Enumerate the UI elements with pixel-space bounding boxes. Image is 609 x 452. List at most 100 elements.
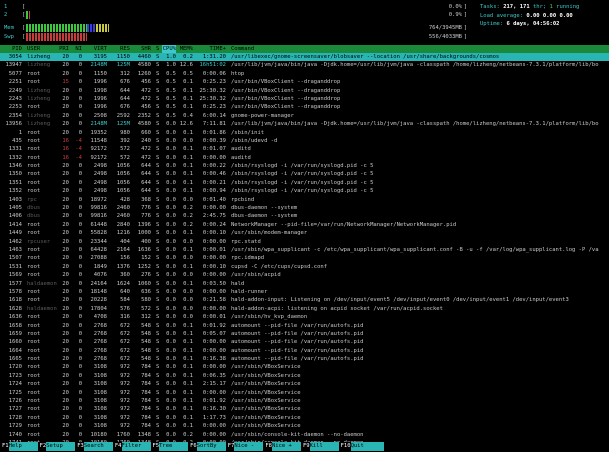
- cell-res: 572: [120, 146, 130, 153]
- fkey-f5[interactable]: F5: [151, 442, 160, 451]
- fkey-label[interactable]: Search: [83, 442, 113, 451]
- table-row[interactable]: 1628 haldaemon 20 0 17804 576 572 S 0.0 0.0 0:00.0…: [0, 305, 609, 313]
- table-row[interactable]: 1740 root 20 0 10180 1760 1348 S 0.0 0.2 0:00.00/u…: [0, 431, 609, 439]
- table-row[interactable]: 1664 root 20 0 2768 672 548 S 0.0 0.1 0:00.00 autom…: [0, 347, 609, 355]
- cell-user: lizheng: [27, 112, 51, 119]
- table-row[interactable]: 1403 rpc 20 0 18972 428 368 S 0.0 0.0 0:01.40 rpcbi…: [0, 196, 609, 204]
- table-row[interactable]: 1665 root 20 0 2768 672 548 S 0.0 0.1 0:16.38 autom…: [0, 355, 609, 363]
- table-row-selected[interactable]: 3054 lizheng 20 0 3195 1150 4460 S 1.0 0.2 1:31.20…: [0, 53, 609, 62]
- fkey-f4[interactable]: F4: [113, 442, 122, 451]
- cell-cpu: 0.5: [166, 112, 176, 119]
- cell-cmd: /usr/sbin/VBoxService: [231, 381, 301, 388]
- table-row[interactable]: 1332 root 16 -4 92172 572 472 S 0.0 0.1 0:00.00 aud…: [0, 154, 609, 162]
- cell-ni: 0: [78, 179, 82, 186]
- table-row[interactable]: 1 root 20 0 19352 980 660 S 0.0 0.1 0:01.86/sbin/i…: [0, 129, 609, 137]
- table-row[interactable]: 5077 root 20 0 1150 312 1260 S 0.5 0.5 0:00.06 htop: [0, 70, 609, 78]
- table-row[interactable]: 2354 lizheng 20 0 2508 2592 2352 S 0.5 0.4 6:00.14…: [0, 112, 609, 120]
- table-row[interactable]: 13956 lizheng 20 0 2148M 125M 4580 S 0.0 12.6 7:11…: [0, 120, 609, 128]
- table-row[interactable]: 1618 root 20 0 20228 584 580 S 0.0 0.0 0:21.58 hald…: [0, 296, 609, 304]
- fkey-f7[interactable]: F7: [226, 442, 235, 451]
- table-row[interactable]: 1331 root 16 -4 92172 572 472 S 0.0 0.1 0:01.07 aud…: [0, 145, 609, 153]
- cell-shr: 1000: [137, 230, 151, 237]
- cell-mem: 0.1: [183, 356, 193, 363]
- table-row[interactable]: 1463 root 20 0 64428 2164 1636 S 0.0 0.1 0:00.01/u…: [0, 246, 609, 254]
- table-row[interactable]: 1507 root 20 0 27088 156 152 S 0.0 0.0 0:00.00 rpc.…: [0, 254, 609, 262]
- cell-virt: 1996: [93, 79, 107, 86]
- table-row[interactable]: 1569 root 20 0 4076 360 276 S 0.0 0.0 0:00.00/usr/…: [0, 271, 609, 279]
- cell-ni: 0: [78, 381, 82, 388]
- fkey-label[interactable]: Help: [8, 442, 38, 451]
- table-row[interactable]: 1660 root 20 0 2768 672 548 S 0.0 0.1 0:00.00 autom…: [0, 338, 609, 346]
- fkey-label[interactable]: Kill: [309, 442, 339, 451]
- fkey-label[interactable]: Quit: [350, 442, 384, 451]
- table-row[interactable]: 1405 dbus 20 0 99816 2460 776 S 0.0 0.2 0:00.00 dbu…: [0, 204, 609, 212]
- fkey-label[interactable]: Setup: [46, 442, 76, 451]
- cell-res: 125M: [116, 121, 130, 128]
- table-row[interactable]: 1658 root 20 0 2768 672 548 S 0.0 0.1 0:01.92 autom…: [0, 322, 609, 330]
- fkey-f9[interactable]: F9: [301, 442, 310, 451]
- cell-cpu: 0.0: [166, 398, 176, 405]
- cell-mem: 0.0: [183, 305, 193, 312]
- meter-bar: [26, 24, 462, 32]
- table-row[interactable]: 1351 root 20 0 2498 1056 644 S 0.0 0.1 0:00.21/sbi…: [0, 179, 609, 187]
- fkey-f1[interactable]: F1: [0, 442, 9, 451]
- table-row[interactable]: 1350 root 20 0 2498 1056 644 S 0.0 0.1 0:00.46/sbi…: [0, 170, 609, 178]
- cell-time: 0:16.38: [202, 356, 226, 363]
- cell-virt: 17804: [90, 305, 107, 312]
- meter-bracket-close: ]: [463, 25, 467, 31]
- cell-user: root: [27, 272, 41, 279]
- table-row[interactable]: 1577 haldaemon 20 0 24164 1624 1060 S 0.0 0.1 0:03…: [0, 280, 609, 288]
- cell-virt: 2498: [93, 179, 107, 186]
- table-row[interactable]: 1352 root 20 0 2498 1056 644 S 0.0 0.1 0:00.94/sbi…: [0, 187, 609, 195]
- table-row[interactable]: 1414 root 20 0 61448 2840 1396 S 0.0 0.2 0:00.24 Ne…: [0, 221, 609, 229]
- cell-virt: 23344: [90, 238, 107, 245]
- fkey-label[interactable]: Filter: [121, 442, 151, 451]
- cell-mem: 0.1: [183, 398, 193, 405]
- fkey-f3[interactable]: F3: [75, 442, 84, 451]
- table-row[interactable]: 2243 lizheng 20 0 1996 644 472 S 0.5 0.1 25:30.32 /…: [0, 95, 609, 103]
- table-row[interactable]: 1727 root 20 0 3108 972 784 S 0.0 0.1 0:16.30/usr/…: [0, 405, 609, 413]
- table-row[interactable]: 1578 root 20 0 18148 640 636 S 0.0 0.0 0:00.00 hald…: [0, 288, 609, 296]
- cell-s: S: [156, 431, 160, 438]
- meter-value: 556/4033MB: [428, 34, 462, 40]
- cell-res: 672: [120, 339, 130, 346]
- table-row[interactable]: 1729 root 20 0 3108 972 784 S 0.0 0.1 0:00.00/usr/…: [0, 422, 609, 430]
- cell-pid: 1351: [8, 179, 22, 186]
- fkey-label[interactable]: Tree: [159, 442, 189, 451]
- fkey-label[interactable]: Nice -: [234, 442, 264, 451]
- cell-cpu: 1.0: [166, 54, 176, 60]
- table-row[interactable]: 1462 rpcuser 20 0 23344 404 400 S 0.0 0.0 0:00.00 r…: [0, 238, 609, 246]
- cell-cmd: /usr/bin/VBoxClient --draganddrop: [231, 104, 341, 111]
- fkey-label[interactable]: Nice +: [272, 442, 301, 451]
- table-row[interactable]: 1723 root 20 0 3108 972 784 S 0.0 0.1 0:06.35/usr/…: [0, 372, 609, 380]
- table-row[interactable]: 1725 root 20 0 3108 972 784 S 0.0 0.1 0:00.00/usr/…: [0, 389, 609, 397]
- cell-ni: 0: [78, 121, 82, 128]
- fkey-f6[interactable]: F6: [188, 442, 197, 451]
- table-row[interactable]: 1406 dbus 20 0 99816 2460 776 S 0.0 0.2 2:45.75 dbu…: [0, 212, 609, 220]
- fkey-label[interactable]: SortBy: [196, 442, 226, 451]
- fkey-f10[interactable]: F10: [339, 442, 351, 451]
- process-list[interactable]: 3054 lizheng 20 0 3195 1150 4460 S 1.0 0.2 1:31.20…: [0, 53, 609, 452]
- meter-bracket-close: ]: [463, 12, 467, 18]
- table-row[interactable]: 1531 root 20 0 1849 1376 1252 S 0.0 0.1 0:00.10 cup…: [0, 263, 609, 271]
- table-row[interactable]: 13947 lizheng 20 0 2148M 125M 4580 S 1.0 12.6 16h5…: [0, 61, 609, 69]
- cell-pri: 20: [62, 213, 69, 220]
- table-row[interactable]: 1720 root 20 0 3108 972 784 S 0.0 0.1 0:00.00/usr/…: [0, 363, 609, 371]
- table-row[interactable]: 1659 root 20 0 2768 672 548 S 0.0 0.1 0:05.07 autom…: [0, 330, 609, 338]
- table-row[interactable]: 435 root 16 -4 11548 392 240 S 0.0 0.0 0:00.39/sbi…: [0, 137, 609, 145]
- fkey-f2[interactable]: F2: [38, 442, 47, 451]
- cell-ni: 0: [78, 322, 82, 329]
- cell-res: 1056: [116, 163, 130, 170]
- meter-bar: [26, 11, 462, 19]
- table-row[interactable]: 1636 root 20 0 4708 316 312 S 0.0 0.0 0:00.01/usr/…: [0, 313, 609, 321]
- table-row[interactable]: 1728 root 20 0 3108 972 784 S 0.0 0.1 1:17.73/usr/…: [0, 414, 609, 422]
- cell-res: 676: [120, 79, 130, 86]
- table-row[interactable]: 2251 root 15 0 1996 676 456 S 0.5 0.1 0:25.23/usr/…: [0, 78, 609, 86]
- table-row[interactable]: 1726 root 20 0 3108 972 784 S 0.0 0.1 0:01.92/usr/…: [0, 397, 609, 405]
- table-row[interactable]: 1724 root 20 0 3108 972 784 S 0.0 0.1 2:15.17/usr/…: [0, 380, 609, 388]
- table-row[interactable]: 1449 root 20 0 55828 1216 1000 S 0.0 0.1 0:00.10/u…: [0, 229, 609, 237]
- table-row[interactable]: 2249 lizheng 20 0 1998 644 472 S 0.5 0.1 25:30.32 /…: [0, 87, 609, 95]
- table-row[interactable]: 1346 root 20 0 2498 1056 644 S 0.0 0.1 0:00.22/sbi…: [0, 162, 609, 170]
- table-row[interactable]: 2253 root 20 0 1996 676 456 S 0.5 0.1 0:25.23/usr/…: [0, 103, 609, 111]
- fkey-f8[interactable]: F8: [263, 442, 272, 451]
